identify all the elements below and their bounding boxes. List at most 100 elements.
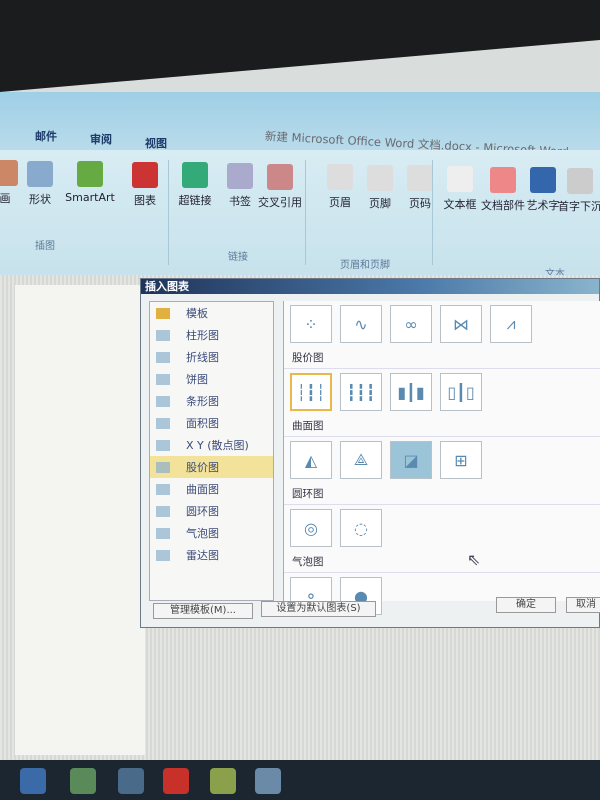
tab-review[interactable]: 审阅 [90, 131, 112, 147]
manage-templates-button[interactable]: 管理模板(M)... [153, 603, 253, 619]
ribbon-button-3[interactable]: 图表 [120, 161, 170, 208]
ribbon-button-label: 形状 [29, 192, 51, 206]
scatter-thumb[interactable]: ⁘ [290, 305, 332, 343]
group-illustrations: 插图 [35, 241, 55, 252]
shapes-icon [27, 160, 53, 187]
ribbon-button-label: 页码 [409, 197, 431, 211]
ribbon-button-2[interactable]: SmartArt [65, 161, 115, 204]
category-label: 气泡图 [186, 527, 219, 540]
chart-icon [132, 161, 158, 188]
ribbon-button-label: 文本框 [443, 198, 477, 211]
insert-chart-dialog: 插入图表 模板 柱形图 折线图 饼图 条形图 面积图 X Y (散点图) 股价图 曲面图 圆环图气… [140, 278, 600, 628]
surface-thumb[interactable]: ⟁ [340, 441, 382, 479]
category-label: 雷达图 [186, 549, 219, 562]
ribbon-button-label: 画 [0, 192, 11, 205]
category-item[interactable]: 气泡图 [150, 522, 273, 544]
smartart-icon [77, 161, 103, 188]
header-icon [327, 164, 353, 191]
category-item[interactable]: 柱形图 [150, 324, 273, 346]
stock-thumb[interactable]: ▯┃▯ [440, 373, 482, 411]
category-icon [156, 329, 170, 341]
footer-icon [367, 164, 393, 191]
category-label: 圆环图 [186, 505, 219, 518]
ribbon-button-label: 图表 [134, 193, 156, 207]
drop-cap-icon [567, 167, 593, 194]
cross-reference-icon [267, 163, 293, 190]
quick-parts-icon [490, 166, 516, 193]
ribbon-button-label: SmartArt [65, 191, 115, 205]
app-icon[interactable] [210, 768, 236, 794]
stock-thumb[interactable]: ▮┃▮ [390, 373, 432, 411]
section-surface: 曲面图 [284, 415, 600, 437]
category-icon [156, 527, 170, 539]
category-label: 面积图 [186, 417, 219, 430]
category-item[interactable]: 股价图 [150, 456, 273, 478]
browser-icon[interactable] [70, 768, 96, 794]
group-header-footer: 页眉和页脚 [340, 260, 390, 271]
tab-view[interactable]: 视图 [145, 135, 167, 151]
ribbon-button-13[interactable]: 首字下沉 [555, 167, 600, 214]
category-item[interactable]: X Y (散点图) [150, 434, 273, 456]
divider [432, 160, 433, 265]
ribbon-button-label: 页眉 [329, 196, 351, 210]
category-icon [156, 461, 170, 473]
ribbon-button-label: 书签 [229, 195, 251, 208]
section-bubble: 气泡图 [284, 551, 600, 573]
category-label: 股价图 [186, 461, 219, 474]
ribbon-button-label: 首字下沉 [558, 199, 600, 213]
category-item[interactable]: 曲面图 [150, 478, 273, 500]
group-links: 链接 [228, 252, 248, 263]
scatter-thumb[interactable]: ⩘ [490, 305, 532, 343]
stock-thumb[interactable]: ┆┇┆ [290, 373, 332, 411]
surface-thumb[interactable]: ◪ [390, 441, 432, 479]
category-item[interactable]: 雷达图 [150, 544, 273, 566]
category-icon [156, 549, 170, 561]
set-default-chart-button[interactable]: 设置为默认图表(S) [261, 601, 376, 617]
category-label: 柱形图 [186, 329, 219, 342]
word-taskbar-icon[interactable] [255, 768, 281, 794]
pdf-reader-icon[interactable] [163, 768, 189, 794]
ribbon-button-1[interactable]: 形状 [15, 160, 65, 207]
category-item[interactable]: 条形图 [150, 390, 273, 412]
category-item[interactable]: 折线图 [150, 346, 273, 368]
section-stock: 股价图 [284, 347, 600, 369]
category-item[interactable]: 面积图 [150, 412, 273, 434]
category-item[interactable]: 圆环图 [150, 500, 273, 522]
section-doughnut: 圆环图 [284, 483, 600, 505]
document-page[interactable] [15, 285, 145, 755]
wordart-icon [530, 167, 556, 194]
category-icon [156, 505, 170, 517]
ribbon-button-label: 页脚 [369, 196, 391, 210]
ok-button[interactable]: 确定 [496, 597, 556, 613]
bookmark-icon [227, 163, 253, 189]
category-label: 条形图 [186, 395, 219, 408]
scatter-thumb[interactable]: ⋈ [440, 305, 482, 343]
category-label: 折线图 [186, 351, 219, 364]
cancel-button[interactable]: 取消 [566, 597, 600, 613]
textbox-icon [447, 166, 473, 192]
qq-icon[interactable] [20, 768, 46, 794]
category-icon [156, 395, 170, 407]
category-icon [156, 417, 170, 429]
category-icon [156, 439, 170, 451]
category-item[interactable]: 饼图 [150, 368, 273, 390]
divider [305, 160, 306, 265]
doughnut-thumb[interactable]: ◎ [290, 509, 332, 547]
surface-thumb[interactable]: ⊞ [440, 441, 482, 479]
surface-thumb[interactable]: ◭ [290, 441, 332, 479]
network-icon[interactable] [118, 768, 144, 794]
category-icon [156, 307, 170, 319]
doughnut-thumb[interactable]: ◌ [340, 509, 382, 547]
ribbon-button-label: 超链接 [178, 194, 212, 208]
divider [168, 160, 169, 265]
category-item[interactable]: 模板 [150, 302, 273, 324]
scatter-row: ⁘ ∿ ∞ ⋈ ⩘ [284, 301, 600, 347]
scatter-thumb[interactable]: ∿ [340, 305, 382, 343]
category-label: 曲面图 [186, 483, 219, 496]
stock-thumb[interactable]: ┇┇┇ [340, 373, 382, 411]
category-label: X Y (散点图) [186, 439, 249, 452]
scatter-thumb[interactable]: ∞ [390, 305, 432, 343]
ribbon-button-4[interactable]: 超链接 [170, 162, 220, 208]
ribbon-button-6[interactable]: 交叉引用 [255, 163, 305, 210]
tab-mailings[interactable]: 邮件 [35, 128, 57, 144]
